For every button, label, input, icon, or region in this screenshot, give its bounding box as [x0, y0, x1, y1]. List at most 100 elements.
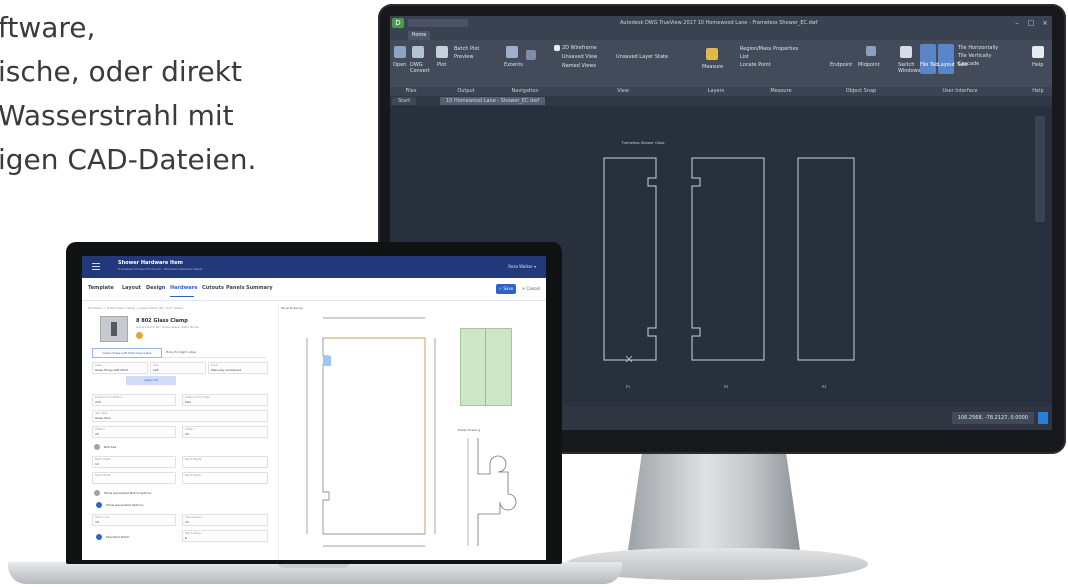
- save-button[interactable]: ✓ Save: [496, 284, 516, 294]
- panel-label-p1: P1: [626, 385, 630, 389]
- panel-label-p2: P2: [724, 385, 728, 389]
- batch-plot-button[interactable]: Batch Plot: [454, 46, 479, 52]
- side-select[interactable]: Side Left: [150, 362, 206, 374]
- tab-hardware[interactable]: Hardware: [170, 285, 197, 291]
- ribbon-group-files: Open DWG Convert Files: [390, 40, 432, 96]
- cascade-button[interactable]: Cascade: [958, 61, 979, 67]
- midpoint-button[interactable]: Midpoint: [858, 62, 880, 68]
- app-header: Shower Hardware Item Frameless Shower En…: [82, 256, 546, 278]
- named-views-button[interactable]: Named Views: [562, 63, 596, 69]
- open-icon[interactable]: [394, 46, 406, 58]
- ribbon-tab-home[interactable]: Home: [408, 31, 430, 40]
- switch-windows-label[interactable]: Switch Windows: [898, 62, 920, 74]
- preview-panel: Detail Drawing: [456, 304, 546, 560]
- plot-button-label[interactable]: Plot: [437, 62, 446, 68]
- drawing-caption: Frameless Shower Glass: [622, 141, 665, 145]
- hardware-web-app: Shower Hardware Item Frameless Shower En…: [82, 256, 546, 560]
- pan-icon[interactable]: [526, 50, 536, 60]
- hole-distance-field[interactable]: Hole Distance 15: [182, 514, 268, 526]
- user-menu[interactable]: Reza Walker ▾: [508, 264, 536, 269]
- status-menu-button[interactable]: [1038, 412, 1048, 424]
- minimize-button[interactable]: –: [1012, 19, 1022, 27]
- doc-tab-start[interactable]: Start: [392, 97, 417, 105]
- extents-button-label[interactable]: Extents: [504, 62, 523, 68]
- layer-state-select[interactable]: Unsaved Layer State: [616, 54, 668, 60]
- tile-horizontally-button[interactable]: Tile Horizontally: [958, 45, 998, 51]
- show-notch-label: Show Generated Notch Options: [104, 491, 152, 495]
- ribbon-group-help: Help Help: [1024, 40, 1052, 96]
- item-type-select[interactable]: Item Type Glass Item: [92, 410, 268, 422]
- measure-icon[interactable]: [706, 48, 718, 60]
- locate-point-button[interactable]: Locate Point: [740, 62, 771, 68]
- list-button[interactable]: List: [740, 54, 749, 60]
- measure-button-label[interactable]: Measure: [702, 64, 723, 70]
- product-subtitle: Glass Clamp 90° Glass-Glass, Satin Nicke…: [136, 325, 199, 329]
- doc-tab-drawing[interactable]: 10 Homewood Lane - Shower_EC.dwf: [440, 97, 546, 105]
- close-button[interactable]: ×: [1040, 19, 1050, 27]
- distance-bottom-field[interactable]: Distance from Bottom 200: [92, 394, 176, 406]
- dwg-convert-icon[interactable]: [412, 46, 424, 58]
- hole-count-field[interactable]: Hole Count 16: [92, 514, 176, 526]
- subtab-secondary[interactable]: Hole_P2_Right edge: [166, 348, 196, 357]
- cancel-button[interactable]: ✕ Cancel: [522, 286, 540, 291]
- notch-radius-field[interactable]: Notch Radius: [182, 472, 268, 484]
- panel-drawing: Panel Drawing: [278, 304, 455, 560]
- notch-width-field[interactable]: Notch Width: [92, 472, 176, 484]
- offset-x-field[interactable]: Offset X 20: [92, 426, 176, 438]
- notch-radius-2-field[interactable]: Notch Radius 8: [182, 530, 268, 542]
- notch-depth-field[interactable]: Notch Depth 10: [92, 456, 176, 468]
- switch-windows-icon[interactable]: [900, 46, 912, 58]
- menu-icon[interactable]: [92, 263, 100, 271]
- cad-title-bar: D Autodesk DWG TrueView 2017 10 Homewood…: [390, 16, 1052, 30]
- maximize-button[interactable]: □: [1026, 19, 1036, 27]
- offset-y-field[interactable]: Offset Y 20: [182, 426, 268, 438]
- file-tabs-toggle[interactable]: [920, 44, 936, 74]
- open-button-label[interactable]: Open: [393, 62, 406, 68]
- help-button-label[interactable]: Help: [1032, 62, 1043, 68]
- product-thumbnail: [100, 316, 128, 342]
- distance-edge-field[interactable]: Distance from Edge Max: [182, 394, 268, 406]
- view-select[interactable]: Unsaved View: [562, 54, 597, 60]
- show-notch-toggle[interactable]: [94, 490, 100, 496]
- ribbon: Open DWG Convert Files Plot Batch Plot P…: [390, 40, 1052, 96]
- finish-swatch[interactable]: [136, 332, 143, 339]
- ribbon-group-navigation: Extents Navigation: [500, 40, 550, 96]
- notch-height-field[interactable]: Notch Height: [182, 456, 268, 468]
- tab-design[interactable]: Design: [146, 285, 165, 291]
- ribbon-group-view: 2D Wireframe Unsaved View Named Views Un…: [550, 40, 696, 96]
- tab-layout[interactable]: Layout: [122, 285, 141, 291]
- standard-notch-label: Standard Notch: [106, 535, 130, 539]
- notches-toggle[interactable]: [94, 444, 100, 450]
- glass-select[interactable]: Glass Glass Hinge Left 0003: [92, 362, 148, 374]
- subtab-primary[interactable]: Glass Hinge Left Side View Glass: [92, 348, 162, 358]
- snap-icon[interactable]: [866, 46, 876, 56]
- help-icon[interactable]: [1032, 46, 1044, 58]
- standard-notch-toggle[interactable]: [96, 534, 102, 540]
- group-label-output: Output: [432, 87, 500, 96]
- navigation-bar[interactable]: [1035, 116, 1045, 222]
- finish-select[interactable]: Finish Manually positioned: [208, 362, 268, 374]
- group-label-navigation: Navigation: [500, 87, 550, 96]
- hardware-form-panel: Hardware > 8 802 Glass Clamp > Glass Cla…: [86, 304, 272, 560]
- visual-style-select[interactable]: 2D Wireframe: [562, 45, 597, 51]
- group-label-user-interface: User Interface: [896, 87, 1024, 96]
- tab-panels[interactable]: Panels: [226, 285, 245, 291]
- extents-icon[interactable]: [506, 46, 518, 58]
- tab-summary[interactable]: Summary: [246, 285, 273, 291]
- preview-button[interactable]: Preview: [454, 54, 473, 60]
- endpoint-button[interactable]: Endpoint: [830, 62, 852, 68]
- app-title: Shower Hardware Item: [118, 260, 183, 266]
- layout-tabs-toggle[interactable]: [938, 44, 954, 74]
- apply-all-button[interactable]: Apply All: [126, 376, 176, 385]
- dwg-convert-label[interactable]: DWG Convert: [410, 62, 430, 74]
- tile-vertically-button[interactable]: Tile Vertically: [958, 53, 991, 59]
- region-properties-button[interactable]: Region/Mass Properties: [740, 46, 798, 52]
- show-options-label: Show Generated Options: [106, 503, 144, 507]
- tab-template[interactable]: Template: [88, 285, 114, 291]
- show-options-toggle[interactable]: [96, 502, 102, 508]
- tab-cutouts[interactable]: Cutouts: [202, 285, 224, 291]
- plot-icon[interactable]: [436, 46, 448, 58]
- profile-outline: [477, 438, 517, 546]
- app-logo-icon[interactable]: D: [392, 18, 404, 28]
- quick-access-toolbar[interactable]: [408, 19, 468, 27]
